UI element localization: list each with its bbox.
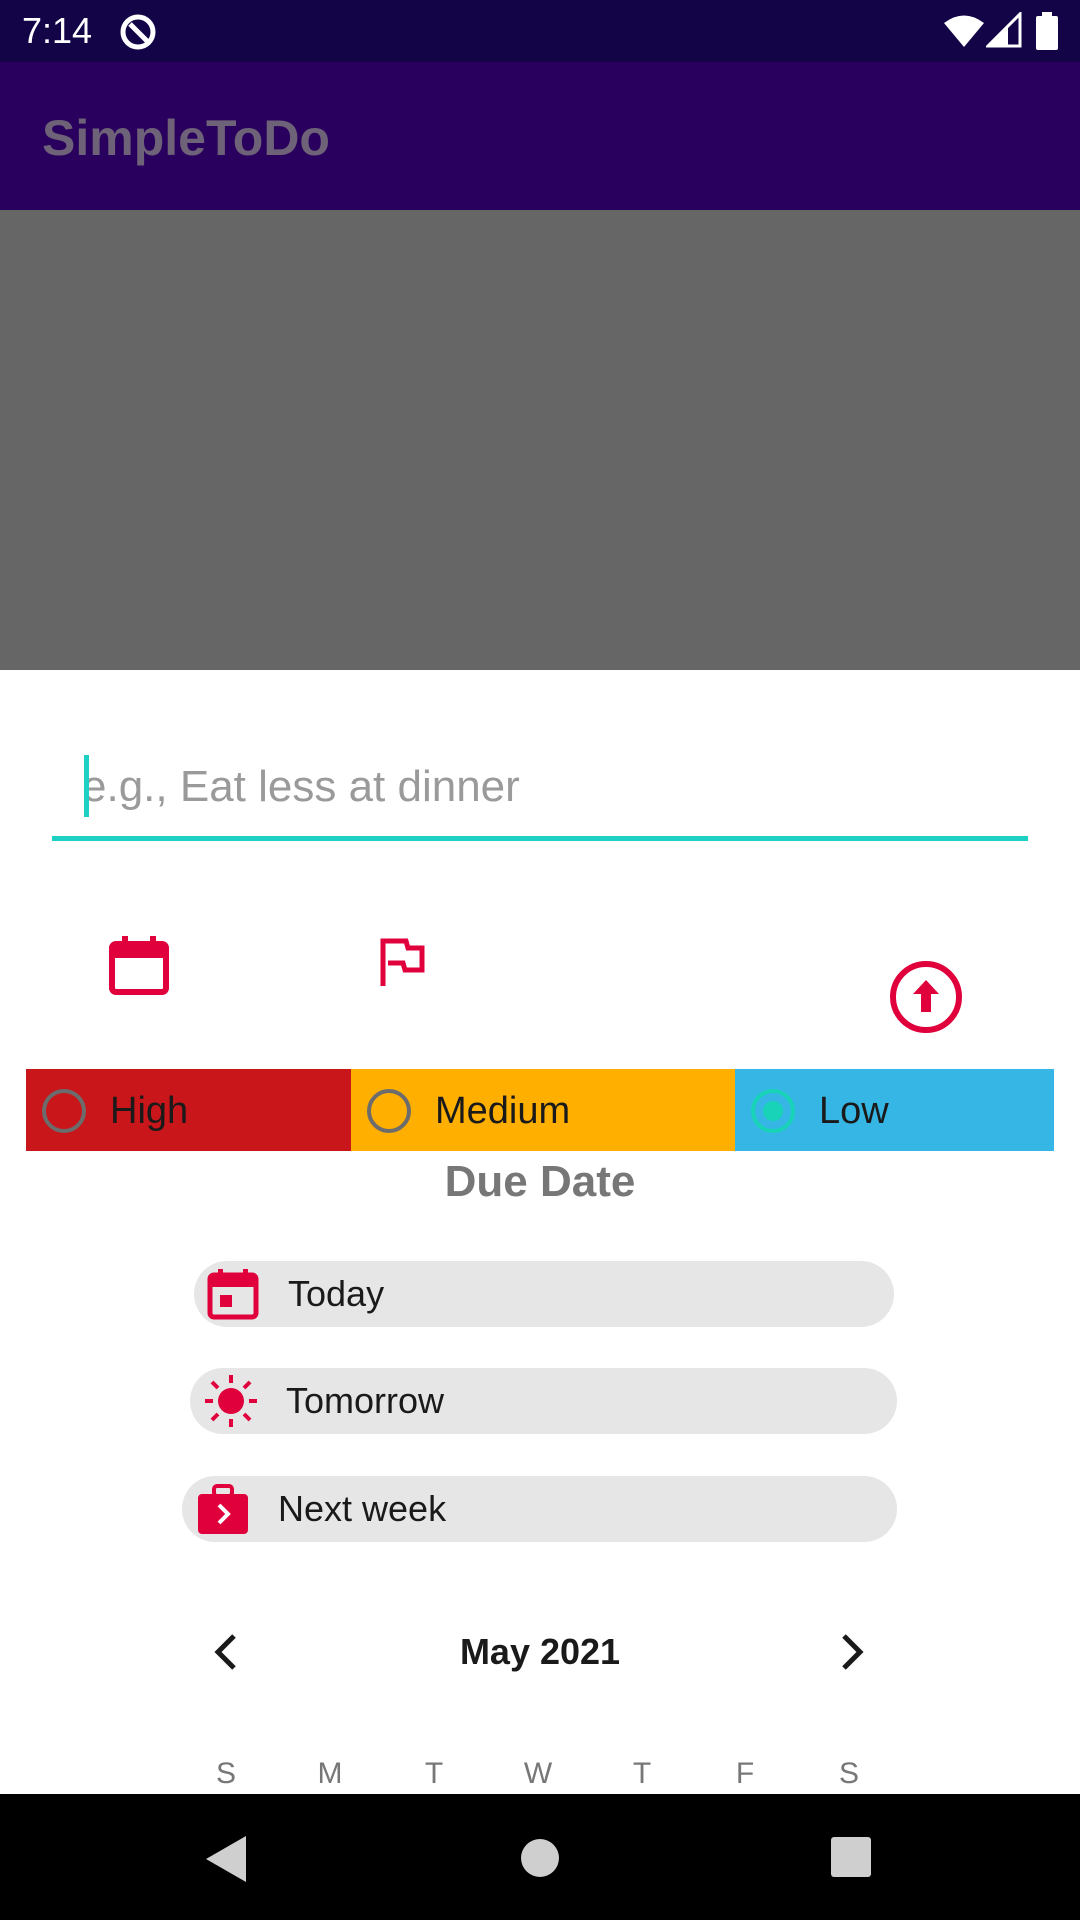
priority-high-option[interactable]: High (26, 1069, 351, 1151)
status-time: 7:14 (22, 10, 93, 51)
chip-next-week[interactable]: Next week (182, 1476, 897, 1542)
wifi-icon (944, 15, 984, 47)
status-bar: 7:14 (0, 0, 1080, 62)
chevron-left-icon[interactable] (208, 1630, 244, 1674)
chip-tomorrow[interactable]: Tomorrow (190, 1368, 897, 1434)
recent-apps-icon[interactable] (830, 1836, 872, 1878)
radio-medium[interactable] (367, 1089, 411, 1133)
signal-icon (986, 12, 1022, 48)
chip-tomorrow-label: Tomorrow (286, 1380, 445, 1421)
dialog-scrim[interactable] (0, 210, 1080, 670)
chip-today-label: Today (288, 1273, 385, 1314)
weekday-wed: W (523, 1757, 553, 1790)
sun-icon (205, 1375, 257, 1427)
app-title: SimpleToDo (42, 110, 330, 166)
calendar-icon[interactable] (108, 934, 170, 996)
priority-medium-option[interactable]: Medium (351, 1069, 735, 1151)
flag-icon[interactable] (378, 938, 426, 988)
text-cursor (84, 755, 89, 817)
radio-low[interactable] (751, 1089, 795, 1133)
weekday-fri: F (735, 1757, 755, 1790)
briefcase-arrow-icon (198, 1484, 248, 1534)
task-input-container (52, 735, 1028, 841)
chip-next-week-label: Next week (278, 1488, 447, 1529)
battery-icon (1036, 12, 1058, 50)
input-underline (52, 836, 1028, 841)
priority-low-option[interactable]: Low (735, 1069, 1054, 1151)
chevron-right-icon[interactable] (834, 1630, 870, 1674)
priority-radio-group: High Medium Low (26, 1069, 1054, 1151)
weekday-sat: S (838, 1757, 859, 1790)
weekday-sun: S (215, 1757, 236, 1790)
weekday-mon: M (317, 1757, 343, 1790)
submit-arrow-up-icon[interactable] (889, 960, 963, 1034)
chip-today[interactable]: Today (194, 1261, 894, 1327)
task-input[interactable] (52, 735, 1028, 839)
due-date-heading: Due Date (444, 1157, 636, 1206)
calendar-month-label: May 2021 (459, 1631, 621, 1672)
weekday-thu: T (632, 1757, 652, 1790)
weekday-tue: T (424, 1757, 444, 1790)
priority-low-label: Low (819, 1090, 889, 1132)
radio-high[interactable] (42, 1089, 86, 1133)
calendar-today-icon (207, 1269, 259, 1320)
home-icon[interactable] (520, 1838, 560, 1878)
priority-high-label: High (110, 1090, 189, 1132)
app-notification-icon (120, 14, 156, 50)
back-icon[interactable] (204, 1834, 248, 1884)
priority-medium-label: Medium (435, 1090, 571, 1132)
